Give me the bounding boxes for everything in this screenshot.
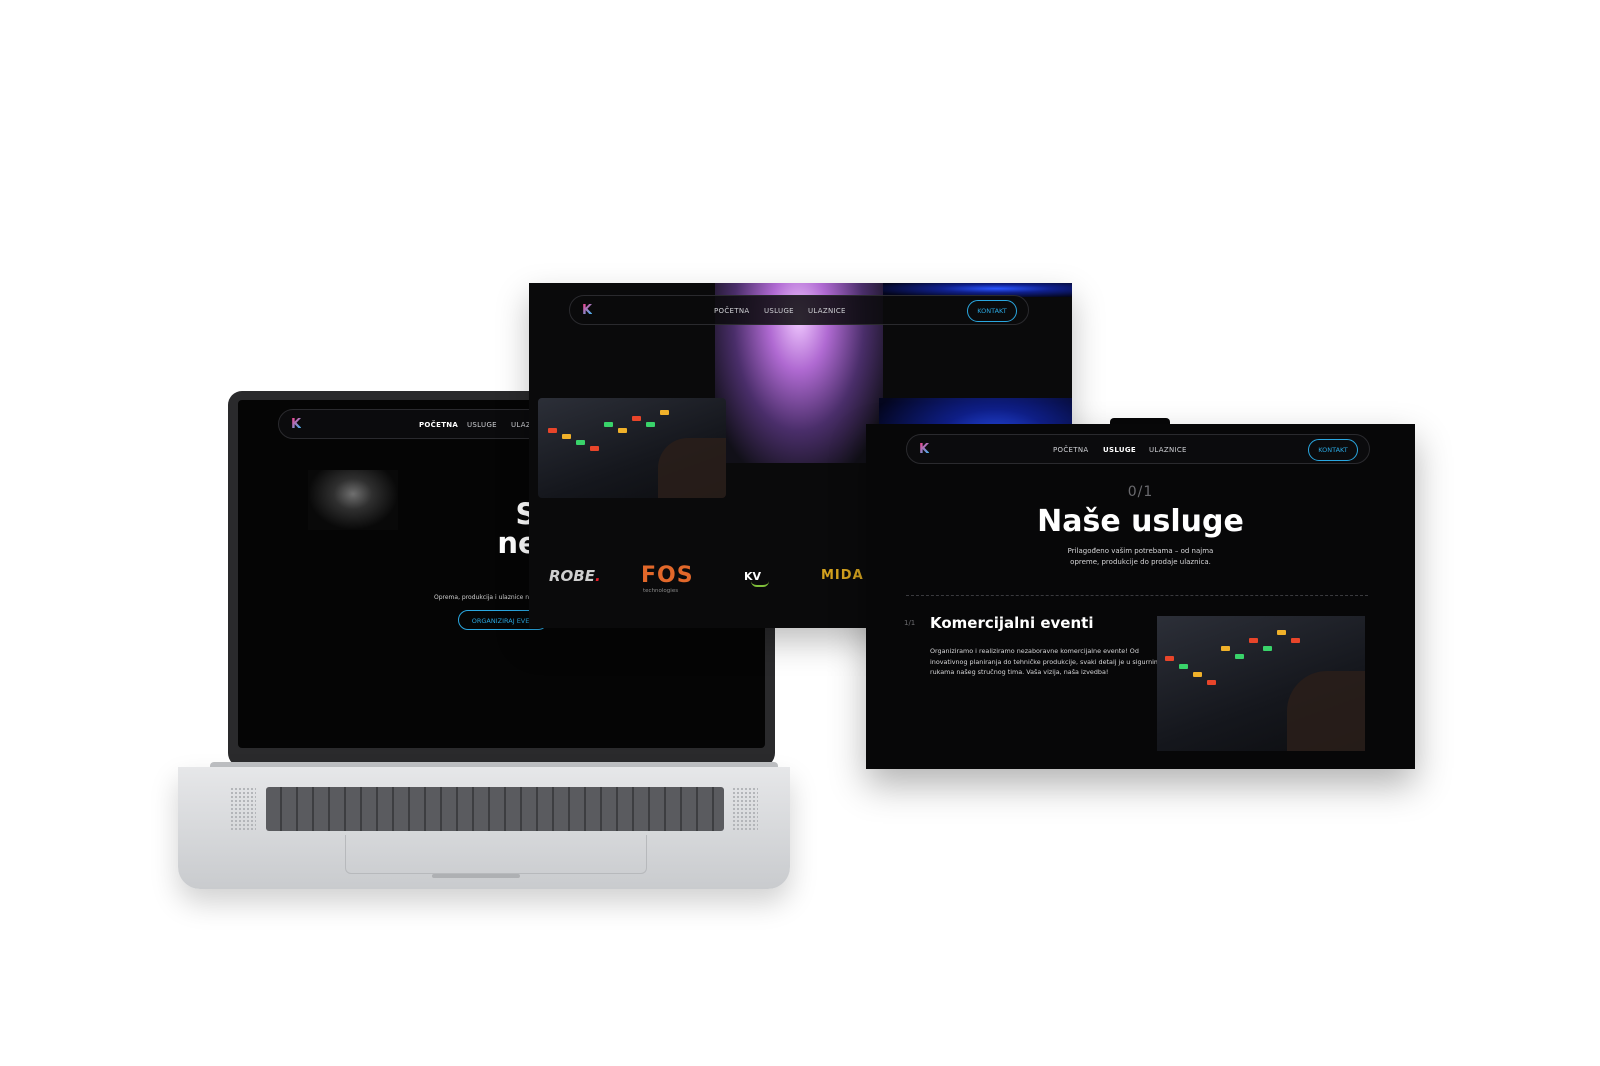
laptop-trackpad (345, 835, 647, 874)
services-page-panel: K POČETNA USLUGE ULAZNICE KONTAKT 0/1 Na… (866, 424, 1415, 769)
right-speaker-grille (732, 787, 758, 831)
section-counter: 0/1 (1127, 484, 1154, 500)
page-subtitle-line2: opreme, produkcije do prodaje ulaznica. (1070, 558, 1211, 566)
gallery-mixer-image (538, 398, 726, 498)
robe-dot-icon: . (594, 567, 601, 585)
services-navbar: K POČETNA USLUGE ULAZNICE KONTAKT (906, 434, 1370, 464)
brand-mida-logo: MIDA (821, 568, 864, 583)
contact-button[interactable]: KONTAKT (1308, 439, 1358, 461)
hero-subtitle: Oprema, produkcija i ulaznice na jed (434, 594, 544, 601)
service-description: Organiziramo i realiziramo nezaboravne k… (930, 646, 1160, 678)
nav-link-ulaznice[interactable]: ULAZNICE (1149, 446, 1187, 454)
nav-link-usluge[interactable]: USLUGE (1103, 446, 1136, 454)
hero-dj-image (308, 470, 398, 530)
page-subtitle: Prilagođeno vašim potrebama – od najma o… (866, 546, 1415, 568)
logo-k-icon[interactable]: K (919, 443, 929, 456)
section-divider (906, 595, 1368, 596)
page-subtitle-line1: Prilagođeno vašim potrebama – od najma (1067, 547, 1214, 555)
brand-fos-logo: FOS (641, 563, 694, 588)
service-description-line1: Organiziramo i realiziramo nezaboravne k… (930, 647, 1139, 655)
nav-link-usluge[interactable]: USLUGE (764, 307, 794, 315)
service-title: Komercijalni eventi (930, 614, 1094, 632)
logo-k-icon[interactable]: K (582, 304, 592, 317)
service-index: 1/1 (904, 619, 916, 627)
brand-fos-subtitle: technologies (643, 588, 679, 594)
nav-link-usluge[interactable]: USLUGE (467, 421, 497, 429)
laptop-front-notch (432, 874, 520, 878)
contact-button[interactable]: KONTAKT (967, 300, 1017, 322)
service-mixer-image (1157, 616, 1365, 751)
service-description-line3: rukama našeg stručnog tima. Vaša vizija,… (930, 668, 1109, 676)
logo-k-icon[interactable]: K (291, 418, 301, 431)
service-description-line2: inovativnog planiranja do tehničke produ… (930, 657, 1161, 666)
page-title: Naše usluge (1037, 504, 1244, 539)
left-speaker-grille (230, 787, 256, 831)
nav-link-pocetna[interactable]: POČETNA (419, 421, 458, 429)
kv-swoosh-icon (751, 581, 769, 587)
nav-link-pocetna[interactable]: POČETNA (1053, 446, 1088, 454)
gallery-navbar: K POČETNA USLUGE ULAZNICE KONTAKT (569, 295, 1029, 325)
nav-link-ulaznice[interactable]: ULAZNICE (808, 307, 846, 315)
laptop-keyboard (266, 787, 724, 831)
brand-robe-logo: ROBE. (549, 567, 601, 585)
nav-link-pocetna[interactable]: POČETNA (714, 307, 749, 315)
